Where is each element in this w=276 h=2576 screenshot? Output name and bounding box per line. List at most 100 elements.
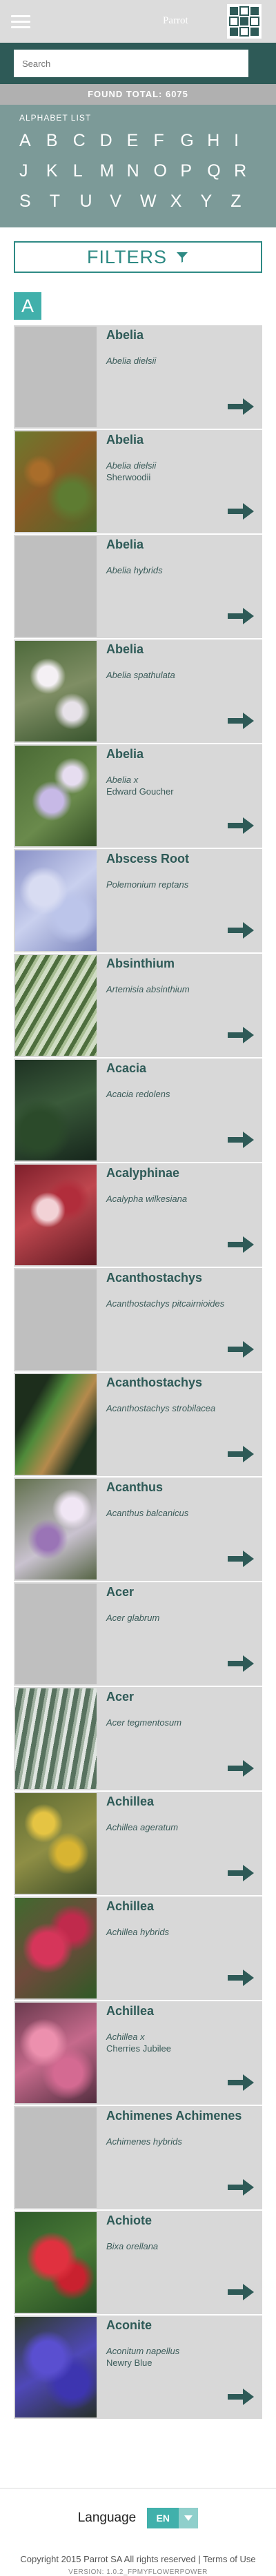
plant-photo xyxy=(15,746,97,846)
plant-info: Achillea Achillea x Cherries Jubilee xyxy=(98,2001,262,2105)
alphabet-letter[interactable]: A xyxy=(19,131,46,151)
arrow-right-icon[interactable] xyxy=(228,608,254,624)
arrow-right-icon[interactable] xyxy=(228,922,254,939)
alphabet-letter[interactable]: W xyxy=(140,192,170,212)
arrow-right-icon[interactable] xyxy=(228,1865,254,1881)
arrow-right-icon[interactable] xyxy=(228,1341,254,1358)
plant-list-item[interactable]: Acer Acer glabrum xyxy=(14,1582,262,1686)
arrow-right-icon[interactable] xyxy=(228,1551,254,1567)
alphabet-letter[interactable]: U xyxy=(80,192,110,212)
alphabet-letter[interactable]: B xyxy=(46,131,73,151)
plant-latin-name: Achillea x xyxy=(106,2032,145,2042)
plant-latin-name: Achillea hybrids xyxy=(106,1927,170,1937)
alphabet-letter[interactable]: F xyxy=(153,131,180,151)
alphabet-letter[interactable]: X xyxy=(170,192,201,212)
plant-list-item[interactable]: Absinthium Artemisia absinthium xyxy=(14,954,262,1057)
plant-list-item[interactable]: Achimenes Achimenes Achimenes hybrids xyxy=(14,2106,262,2209)
plant-list-item[interactable]: Abelia Abelia spathulata xyxy=(14,640,262,743)
arrow-right-icon[interactable] xyxy=(228,1446,254,1462)
plant-common-name: Achimenes Achimenes xyxy=(106,2109,242,2123)
plant-latin-name: Bixa orellana xyxy=(106,2241,159,2251)
app-header: Parrot xyxy=(0,0,276,43)
brand-name[interactable]: Parrot xyxy=(163,15,188,27)
plant-info: Absinthium Artemisia absinthium xyxy=(98,954,262,1057)
plant-list-item[interactable]: Acanthostachys Acanthostachys strobilacea xyxy=(14,1373,262,1476)
plant-list-item[interactable]: Acanthus Acanthus balcanicus xyxy=(14,1478,262,1581)
language-value: EN xyxy=(147,2507,179,2528)
alphabet-letter[interactable]: P xyxy=(180,161,207,181)
plant-info: Acanthostachys Acanthostachys pitcairnioi… xyxy=(98,1268,262,1371)
alphabet-letter[interactable]: S xyxy=(19,192,50,212)
arrow-right-icon[interactable] xyxy=(228,1027,254,1043)
plant-list-item[interactable]: Abscess Root Polemonium reptans xyxy=(14,849,262,952)
plant-cultivar: Newry Blue xyxy=(106,2358,152,2368)
alphabet-row: ABCDEFGHI xyxy=(19,125,261,156)
filters-button[interactable]: FILTERS xyxy=(14,241,262,273)
alphabet-letter[interactable]: Q xyxy=(207,161,234,181)
plant-list-item[interactable]: Achillea Achillea ageratum xyxy=(14,1792,262,1895)
terms-of-use-link[interactable]: Terms of Use xyxy=(203,2554,256,2564)
plant-list-item[interactable]: Achillea Achillea x Cherries Jubilee xyxy=(14,2001,262,2105)
plant-list-item[interactable]: Abelia Abelia x Edward Goucher xyxy=(14,744,262,848)
plant-list-item[interactable]: Acacia Acacia redolens xyxy=(14,1059,262,1162)
arrow-right-icon[interactable] xyxy=(228,1236,254,1253)
plant-common-name: Achiote xyxy=(106,2214,152,2227)
plant-photo xyxy=(15,1793,97,1894)
plant-list-item[interactable]: Achillea Achillea hybrids xyxy=(14,1897,262,2000)
arrow-right-icon[interactable] xyxy=(228,1760,254,1777)
plant-photo xyxy=(15,2317,97,2417)
arrow-right-icon[interactable] xyxy=(228,1132,254,1148)
plant-list-item[interactable]: Abelia Abelia hybrids xyxy=(14,535,262,638)
alphabet-letter[interactable]: R xyxy=(234,161,261,181)
plant-photo xyxy=(15,1479,97,1580)
alphabet-letter[interactable]: J xyxy=(19,161,46,181)
plant-list-item[interactable]: Acanthostachys Acanthostachys pitcairnioi… xyxy=(14,1268,262,1371)
alphabet-letter[interactable]: I xyxy=(234,131,261,151)
arrow-right-icon[interactable] xyxy=(228,2284,254,2300)
arrow-right-icon[interactable] xyxy=(228,398,254,415)
alphabet-letter[interactable]: L xyxy=(73,161,100,181)
alphabet-letter[interactable]: Z xyxy=(230,192,261,212)
parrot-logo-icon[interactable] xyxy=(226,3,262,39)
alphabet-letter[interactable]: M xyxy=(100,161,127,181)
alphabet-letter[interactable]: K xyxy=(46,161,73,181)
alphabet-row: STUVWXYZ xyxy=(19,186,261,216)
alphabet-letter[interactable]: E xyxy=(127,131,154,151)
plant-list-item[interactable]: Aconite Aconitum napellus Newry Blue xyxy=(14,2316,262,2419)
plant-latin-name: Artemisia absinthium xyxy=(106,984,190,994)
copyright-text: Copyright 2015 Parrot SA All rights rese… xyxy=(20,2554,196,2564)
search-input[interactable] xyxy=(14,50,248,77)
plant-latin-name: Acer glabrum xyxy=(106,1613,160,1623)
plant-image-placeholder xyxy=(15,1584,97,1684)
arrow-right-icon[interactable] xyxy=(228,2179,254,2196)
plant-common-name: Acer xyxy=(106,1585,135,1599)
alphabet-letter[interactable]: G xyxy=(180,131,207,151)
copyright-line: Copyright 2015 Parrot SA All rights rese… xyxy=(0,2554,276,2564)
alphabet-letter[interactable]: D xyxy=(100,131,127,151)
filters-label: FILTERS xyxy=(86,246,167,267)
alphabet-letter[interactable]: O xyxy=(153,161,180,181)
alphabet-list: ALPHABET LIST ABCDEFGHIJKLMNOPQRSTUVWXYZ xyxy=(0,105,276,227)
alphabet-letter[interactable]: V xyxy=(110,192,140,212)
language-select[interactable]: EN xyxy=(147,2507,199,2528)
alphabet-letter[interactable]: Y xyxy=(201,192,231,212)
alphabet-letter[interactable]: C xyxy=(73,131,100,151)
arrow-right-icon[interactable] xyxy=(228,1970,254,1986)
plant-list-item[interactable]: Achiote Bixa orellana xyxy=(14,2211,262,2314)
arrow-right-icon[interactable] xyxy=(228,2389,254,2405)
plant-list-item[interactable]: Abelia Abelia dielsii Sherwoodii xyxy=(14,430,262,533)
plant-image-placeholder xyxy=(15,1269,97,1370)
plant-list-item[interactable]: Acer Acer tegmentosum xyxy=(14,1687,262,1790)
arrow-right-icon[interactable] xyxy=(228,503,254,520)
plant-list-item[interactable]: Acalyphinae Acalypha wilkesiana xyxy=(14,1163,262,1267)
arrow-right-icon[interactable] xyxy=(228,817,254,834)
plant-latin-name: Acacia redolens xyxy=(106,1089,170,1099)
arrow-right-icon[interactable] xyxy=(228,1655,254,1672)
alphabet-letter[interactable]: T xyxy=(50,192,80,212)
plant-list-item[interactable]: Abelia Abelia dielsii xyxy=(14,325,262,429)
alphabet-letter[interactable]: H xyxy=(207,131,234,151)
hamburger-icon[interactable] xyxy=(11,15,30,29)
arrow-right-icon[interactable] xyxy=(228,2074,254,2091)
arrow-right-icon[interactable] xyxy=(228,713,254,729)
alphabet-letter[interactable]: N xyxy=(127,161,154,181)
